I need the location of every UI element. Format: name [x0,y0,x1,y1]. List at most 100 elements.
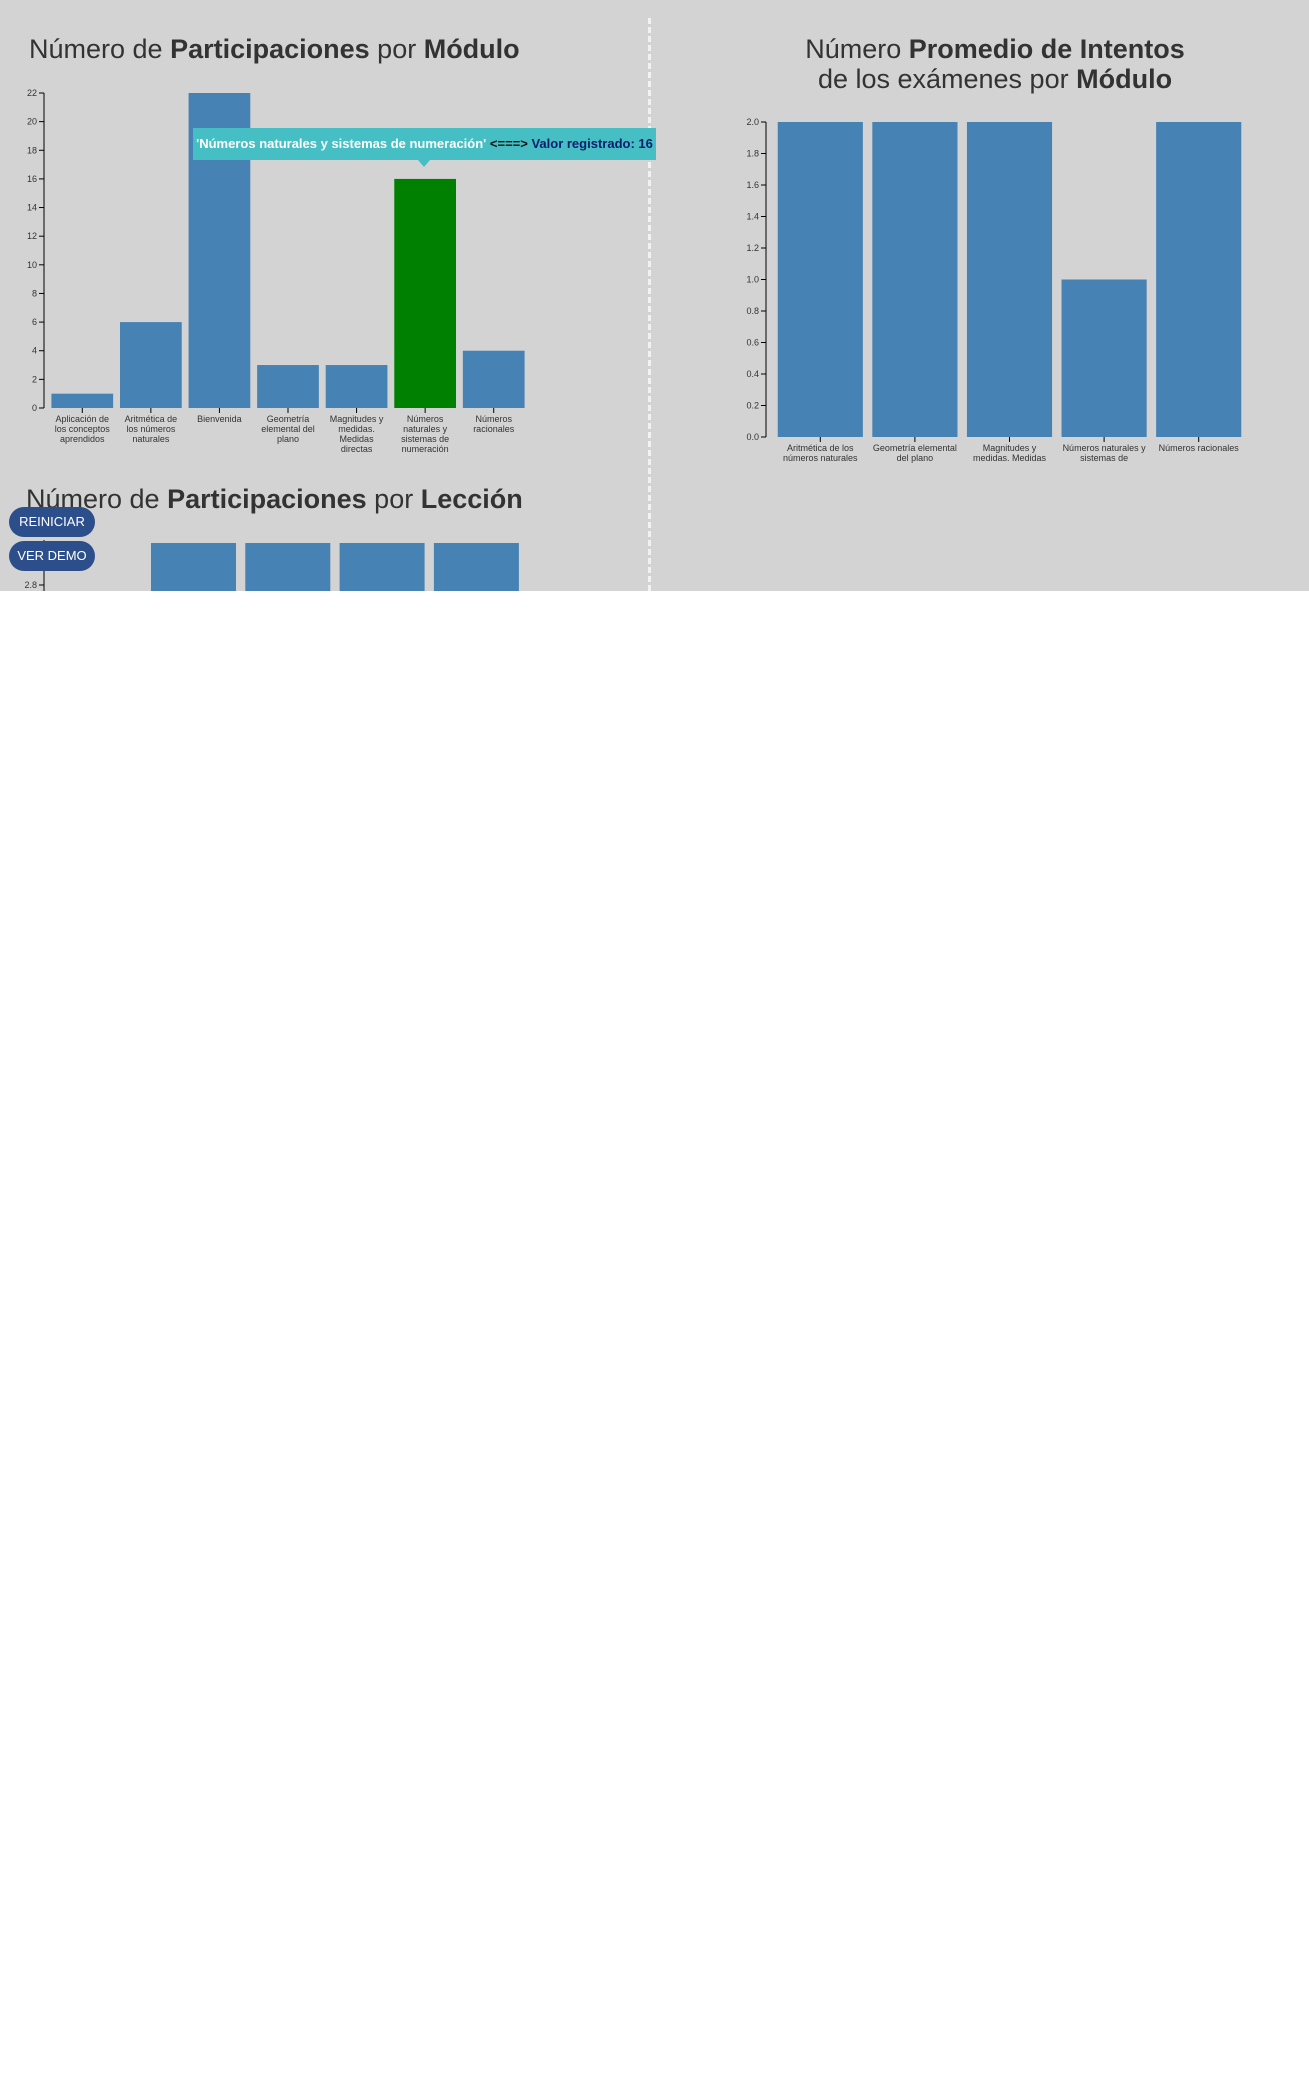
chart1-y-tick: 20 [27,117,44,127]
chart1-x-tick-label-line: naturales y [403,424,448,434]
chart2-x-tick-label-line: medidas. Medidas [973,453,1047,463]
chart1-y-tick: 4 [32,346,44,356]
chart2-y-tick: 1.8 [746,149,766,159]
chart1-x-tick-label-line: aprendidos [60,434,105,444]
chart2-bar [872,122,958,437]
chart1-y-tick: 18 [27,145,44,155]
chart2-y-tick-label: 1.8 [746,149,759,159]
chart2-y-tick-label: 0.0 [746,432,759,442]
chart2-x-tick-label-line: sistemas de [1080,453,1128,463]
chart1-x-tick-label: Números naturales y sistemas de numeración [401,414,449,454]
chart1-bar [257,365,319,408]
chart1-x-tick-label-line: Aplicación de [56,414,110,424]
chart2-y-tick-label: 1.4 [746,212,759,222]
chart1-x-tick-label-line: Aritmética de [125,414,178,424]
chart2-y-tick-label: 0.2 [746,401,759,411]
chart1-y-tick-label: 18 [27,145,37,155]
chart2-y-tick: 0.4 [746,369,766,379]
chart1-y-tick-label: 16 [27,174,37,184]
chart2-y-tick: 1.6 [746,180,766,190]
chart2-y-tick: 1.4 [746,212,766,222]
chart1-y-tick-label: 2 [32,374,37,384]
chart2-x-tick-label-line: Números naturales y [1063,443,1147,453]
chart1-x-tick-label: Números racionales [473,414,515,434]
chart2-y-tick-label: 0.6 [746,338,759,348]
dashboard-panel: Número de Participaciones por Módulo Núm… [0,0,1309,591]
chart1-y-tick-label: 6 [32,317,37,327]
chart2-y-tick-label: 1.0 [746,275,759,285]
chart1-x-tick-label-line: Magnitudes y [330,414,384,424]
tooltip-arrow: <===> [486,136,532,151]
chart1-x-tick-label-line: sistemas de [401,434,449,444]
chart2-y-tick: 0.0 [746,432,766,442]
chart1-y-tick: 8 [32,288,44,298]
chart2-y-tick-label: 0.8 [746,306,759,316]
chart2-x-tick-label: Geometría elemental del plano [873,443,957,463]
reset-button[interactable]: REINICIAR [9,507,95,537]
chart2-y-tick: 0.6 [746,338,766,348]
chart2-x-tick-label-line: del plano [897,453,934,463]
demo-button[interactable]: VER DEMO [9,541,95,571]
chart1-x-tick-label: Bienvenida [197,414,242,424]
chart1-bar [325,365,388,408]
chart1-x-tick-label: Aplicación de los conceptos aprendidos [55,414,111,444]
chart3-group: 2.8 [24,540,519,591]
chart1-x-tick-label-line: los conceptos [55,424,111,434]
chart1-y-tick: 0 [32,403,44,413]
chart1-y-tick-label: 20 [27,117,37,127]
chart1-x-tick-label: Magnitudes y medidas. Medidas directas [330,414,384,454]
chart3-y-tick-label: 2.8 [24,580,37,590]
chart1-x-tick-label-line: racionales [473,424,515,434]
chart2-x-tick-label-line: números naturales [783,453,858,463]
chart2-group: 0.0 0.2 0.4 0.6 0.8 1.0 1.2 1.4 1.6 1.8 2.0 Aritmét… [746,117,1242,463]
chart1-x-tick-label-line: los números [126,424,176,434]
chart2-y-tick: 0.8 [746,306,766,316]
chart3-bar [151,543,236,591]
chart1-x-tick-label-line: Números [475,414,512,424]
chart1-bar [462,350,525,408]
chart1-y-tick: 16 [27,174,44,184]
chart1-y-tick-label: 8 [32,288,37,298]
chart1-bar [120,322,182,408]
chart1-x-tick-label: Aritmética de los números naturales [125,414,178,444]
chart2-bar [1156,122,1242,437]
chart1-y-tick-label: 0 [32,403,37,413]
chart2-y-tick-label: 0.4 [746,369,759,379]
chart1-y-tick: 12 [27,231,44,241]
chart1-y-tick: 6 [32,317,44,327]
chart2-y-tick-label: 1.2 [746,243,759,253]
chart1-x-tick-label-line: numeración [402,444,449,454]
chart3-bar [339,543,425,591]
chart1-x-tick-label-line: elemental del [261,424,315,434]
charts-canvas: 0 2 4 6 8 10 12 14 16 18 20 22 Aplicación de los conc… [24,88,1242,591]
chart1-x-tick-label-line: medidas. [338,424,375,434]
chart2-x-tick-label: Números racionales [1159,443,1240,453]
chart2-x-tick-label-line: Magnitudes y [983,443,1037,453]
chart2-y-tick-label: 2.0 [746,117,759,127]
chart1-y-tick: 10 [27,260,44,270]
chart3-y-tick: 2.8 [24,580,44,590]
chart2-x-tick-label: Aritmética de los números naturales [783,443,858,463]
chart3-bar [433,543,519,591]
chart1-y-tick: 2 [32,374,44,384]
chart2-y-tick: 2.0 [746,117,766,127]
chart1-x-tick-label-line: Bienvenida [197,414,242,424]
chart1-y-tick-label: 10 [27,260,37,270]
chart1-x-tick-label-line: plano [277,434,299,444]
chart2-bar [777,122,863,437]
chart1-y-tick-label: 22 [27,88,37,98]
chart1-y-tick-label: 4 [32,346,37,356]
chart1-y-tick: 22 [27,88,44,98]
chart1-y-tick-label: 14 [27,203,37,213]
chart2-x-tick-label-line: Números racionales [1159,443,1240,453]
chart1-x-tick-label-line: Números [407,414,444,424]
chart2-bar [966,122,1053,437]
chart1-x-tick-label-line: naturales [132,434,170,444]
chart1-x-tick-label-line: directas [341,444,373,454]
chart2-y-tick: 1.2 [746,243,766,253]
chart1-bar [51,393,114,408]
chart2-y-tick: 1.0 [746,275,766,285]
chart2-x-tick-label-line: Geometría elemental [873,443,957,453]
chart1-x-tick-label-line: Medidas [340,434,375,444]
chart3-bar [245,543,331,591]
